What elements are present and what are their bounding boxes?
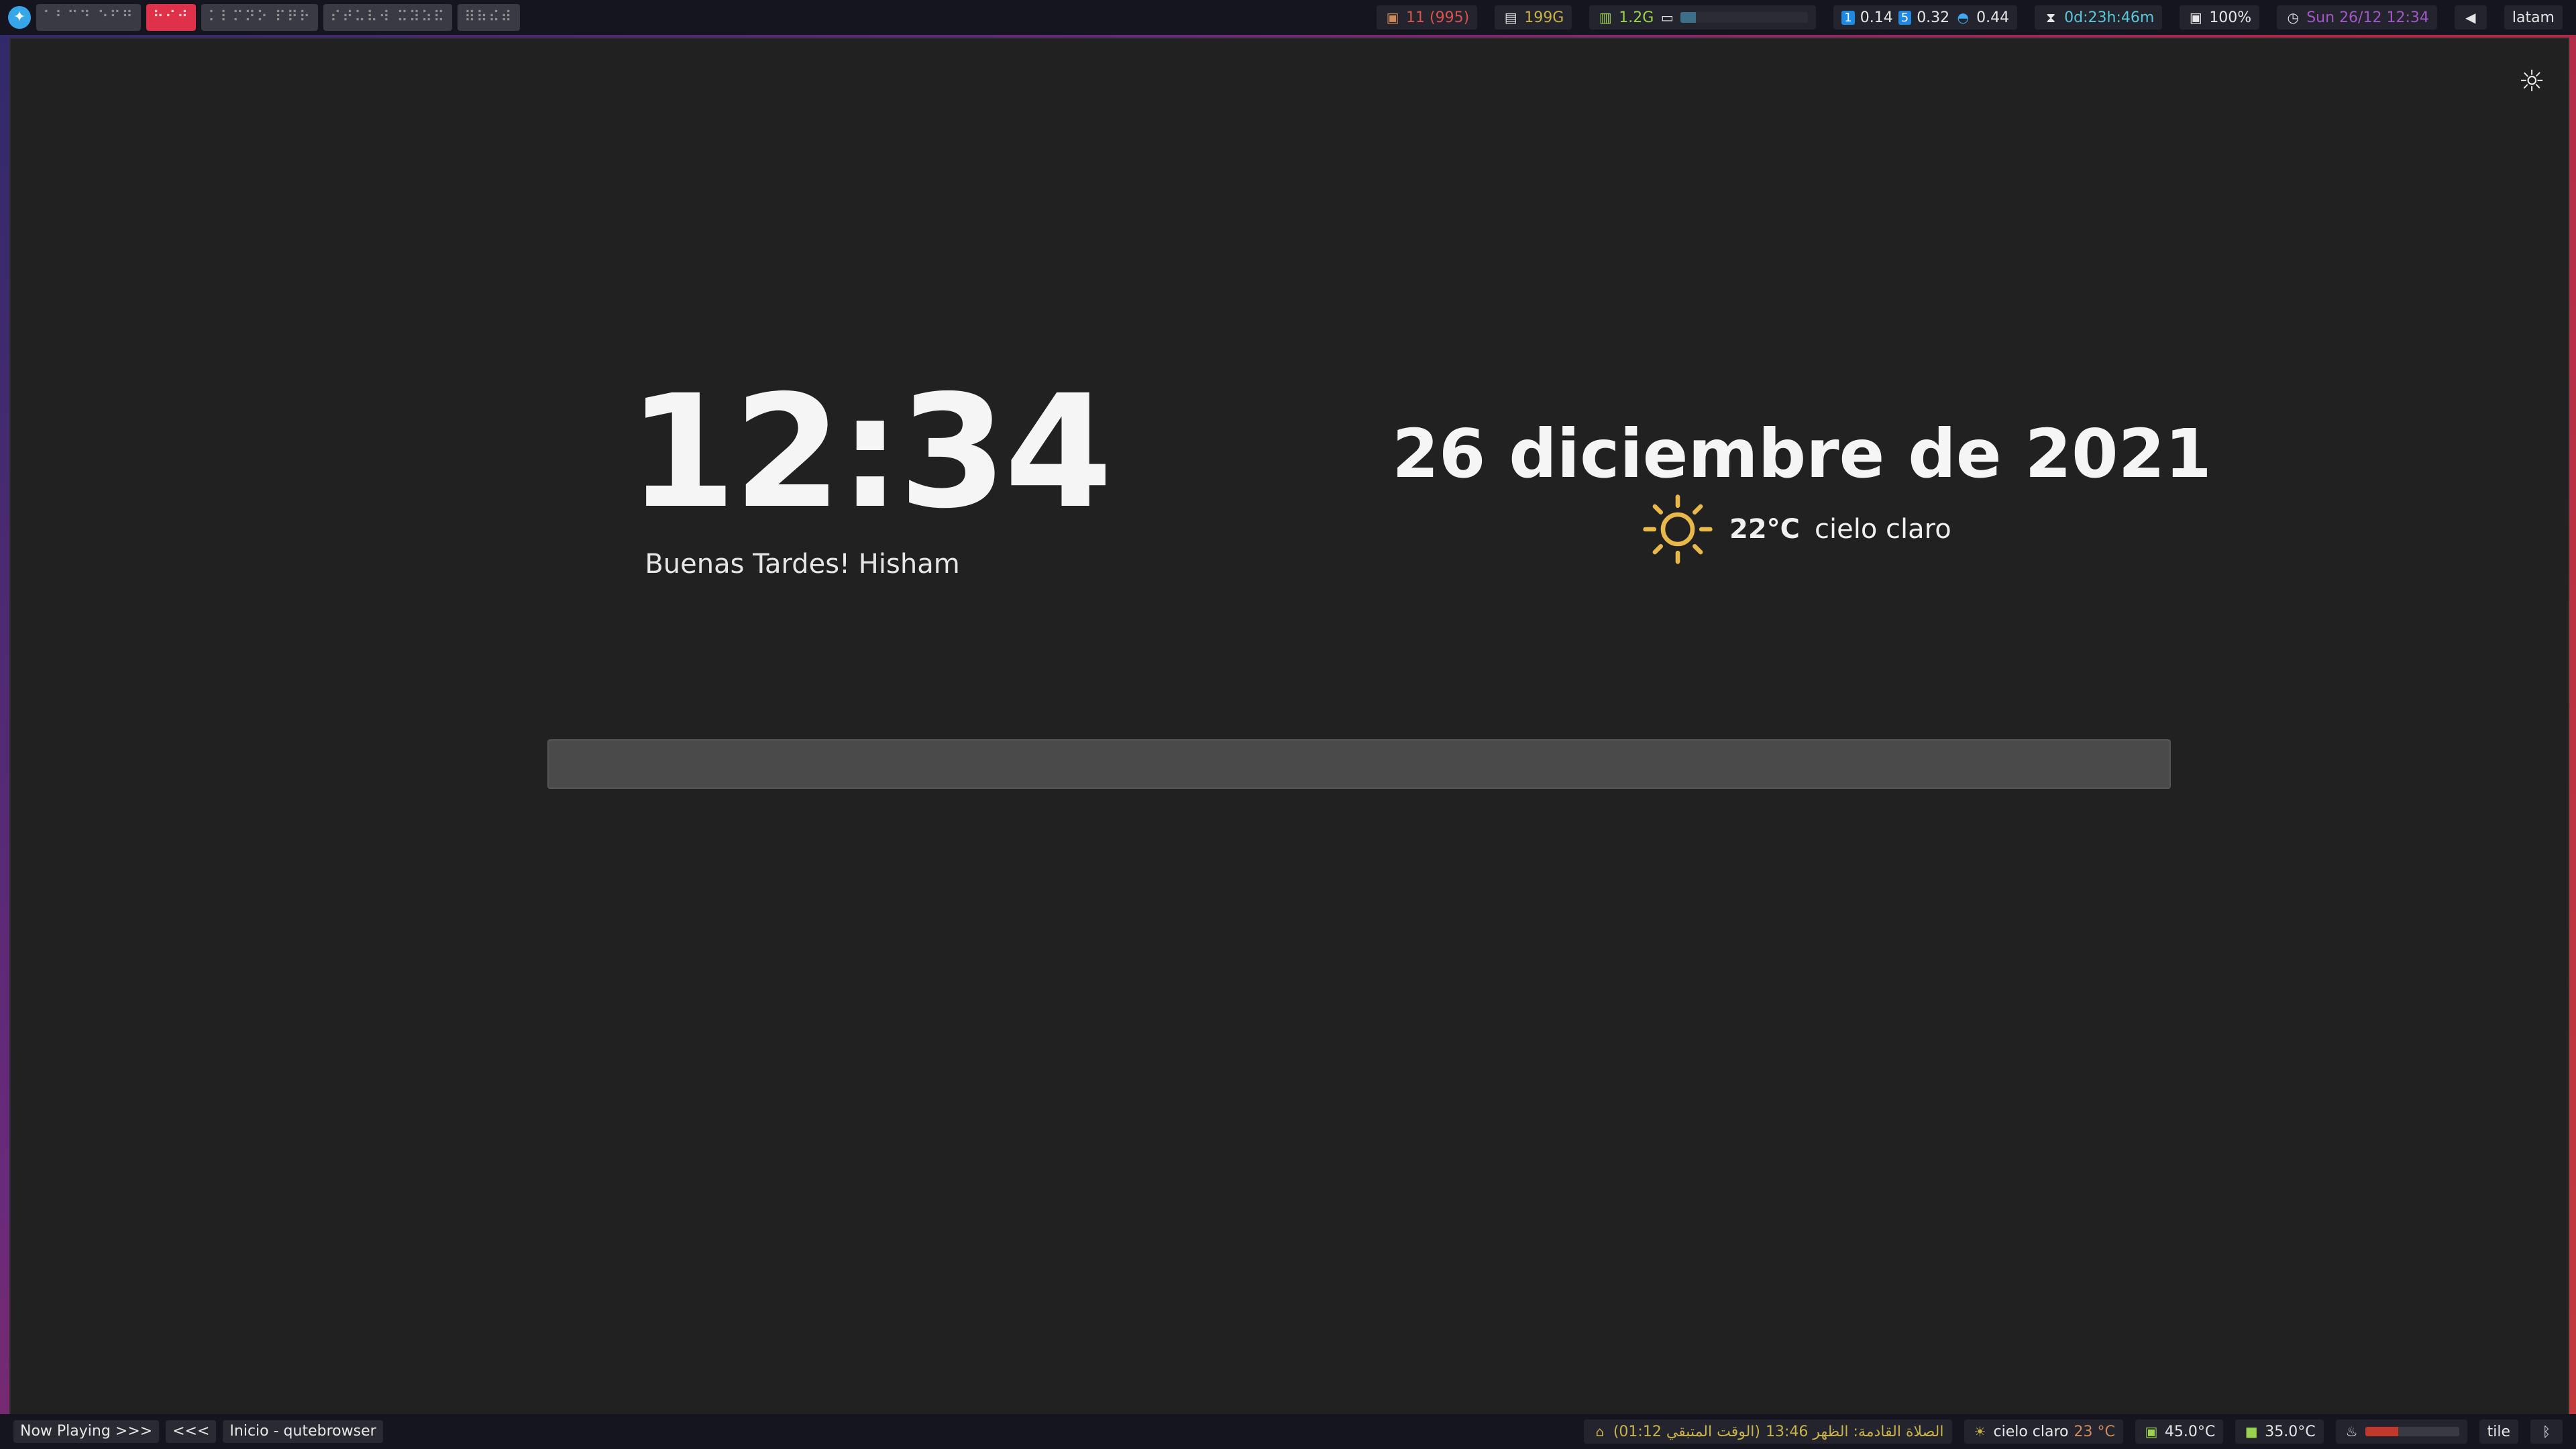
ram-value: 1.2G (1619, 9, 1654, 26)
keyboard-layout-widget[interactable]: latam (2504, 5, 2563, 30)
keyboard-layout: latam (2512, 9, 2555, 26)
greeting: Buenas Tardes! Hisham (645, 549, 960, 580)
now-playing-button[interactable]: Now Playing >>> (13, 1420, 160, 1443)
load-1-badge: 1 (1841, 10, 1855, 25)
prayer-remaining: (الوقت المتبقي 01:12) (1613, 1423, 1760, 1440)
brightness-widget[interactable]: ▣ 100% (2180, 5, 2260, 30)
cpu-icon: ◓ (1957, 9, 1969, 25)
thermometer-icon: ♨ (2345, 1424, 2358, 1440)
workspace-5[interactable]: ⠿⠷⠮⠾ (458, 4, 520, 31)
weather-widget: 22°C cielo claro (1641, 492, 1951, 566)
temp-bar-fill (2365, 1427, 2398, 1436)
bottom-left-group: Now Playing >>> <<< Inicio - qutebrowser (0, 1420, 383, 1443)
bluetooth-widget[interactable]: ᛒ (2530, 1419, 2563, 1444)
top-bar: ✦ ⠁⠃⠉⠙ ⠑⠋⠛ ⠓⠊⠚ ⠅⠇⠍⠝⠕ ⠏⠟⠗ ⠎⠞⠥⠧⠺ ⠭⠽⠵⠯ ⠿⠷⠮⠾… (0, 0, 2576, 35)
workspace-1[interactable]: ⠁⠃⠉⠙ ⠑⠋⠛ (36, 4, 141, 31)
bar-weather-desc: cielo claro (1993, 1423, 2069, 1440)
workspace-3[interactable]: ⠅⠇⠍⠝⠕ ⠏⠟⠗ (201, 4, 319, 31)
prayer-times-widget: الصلاة القادمة: الظهر 13:46 (الوقت المتب… (1583, 1419, 1952, 1444)
clock-widget[interactable]: ◷ Sun 26/12 12:34 (2277, 5, 2437, 30)
theme-toggle-sun-icon[interactable]: ☼ (2519, 64, 2545, 99)
volume-widget[interactable]: ◀ (2454, 5, 2487, 30)
bottom-bar: Now Playing >>> <<< Inicio - qutebrowser… (0, 1414, 2576, 1449)
temp-bar (2365, 1427, 2459, 1436)
bar-weather-temp: 23 °C (2074, 1423, 2115, 1440)
uptime-widget: ⧗ 0d:23h:46m (2035, 5, 2163, 30)
disk-widget: ▤ 199G (1495, 5, 1572, 30)
prayer-next: الصلاة القادمة: الظهر 13:46 (1765, 1423, 1944, 1440)
workspace-4[interactable]: ⠎⠞⠥⠧⠺ ⠭⠽⠵⠯ (323, 4, 453, 31)
volume-icon: ◀ (2465, 9, 2476, 25)
gpu-temp: 35.0°C (2265, 1423, 2316, 1440)
workspace-2[interactable]: ⠓⠊⠚ (146, 4, 197, 31)
load-5-badge: 5 (1898, 10, 1912, 25)
weather-temp: 22°C (1729, 514, 1801, 545)
updates-widget[interactable]: ▣ 11 (995) (1377, 5, 1478, 30)
mosque-icon: ⌂ (1595, 1424, 1605, 1440)
topbar-clock: Sun 26/12 12:34 (2306, 9, 2429, 26)
workspace-group: ✦ ⠁⠃⠉⠙ ⠑⠋⠛ ⠓⠊⠚ ⠅⠇⠍⠝⠕ ⠏⠟⠗ ⠎⠞⠥⠧⠺ ⠭⠽⠵⠯ ⠿⠷⠮⠾ (0, 4, 520, 31)
qtile-logo-icon[interactable]: ✦ (8, 6, 31, 29)
monitor-icon: ▭ (1660, 9, 1674, 25)
ram-usage-fill (1680, 12, 1697, 23)
clock-icon: ◷ (2287, 9, 2299, 25)
system-widgets: ▣ 11 (995) ▤ 199G ▥ 1.2G ▭ 1 0.14 5 0.32… (1377, 0, 2563, 35)
sun-icon (1643, 494, 1713, 564)
temp-bar-widget: ♨ (2335, 1419, 2467, 1444)
newtab-date: 26 diciembre de 2021 (1392, 415, 2212, 493)
bottom-right-group: الصلاة القادمة: الظهر 13:46 (الوقت المتب… (1583, 1414, 2563, 1449)
load-1-value: 0.14 (1860, 9, 1893, 26)
package-icon: ▣ (1386, 9, 1399, 25)
browser-window: ☼ 12:34 Buenas Tardes! Hisham 26 diciemb… (9, 38, 2569, 1415)
newtab-clock: 12:34 (628, 362, 1112, 543)
uptime-value: 0d:23h:46m (2064, 9, 2155, 26)
brightness-icon: ▣ (2189, 9, 2202, 25)
load-5-value: 0.32 (1917, 9, 1950, 26)
layout-mode-widget[interactable]: tile (2479, 1419, 2518, 1444)
load-widget: 1 0.14 5 0.32 ◓ 0.44 (1833, 5, 2018, 30)
disk-value: 199G (1524, 9, 1564, 26)
brightness-value: 100% (2209, 9, 2252, 26)
cpu-temp: 45.0°C (2164, 1423, 2216, 1440)
cpu-temp-widget: ▣ 45.0°C (2135, 1419, 2224, 1444)
sun-small-icon: ☀ (1974, 1424, 1986, 1440)
hourglass-icon: ⧗ (2046, 9, 2056, 25)
chip-icon: ▣ (2145, 1424, 2158, 1440)
weather-desc: cielo claro (1815, 514, 1951, 545)
bluetooth-icon: ᛒ (2542, 1424, 2551, 1440)
gpu-icon: ■ (2245, 1424, 2258, 1440)
memory-icon: ▥ (1599, 9, 1612, 25)
updates-count: 11 (995) (1406, 9, 1470, 26)
layout-mode: tile (2487, 1423, 2510, 1440)
weather-bar-widget: ☀ cielo claro 23 °C (1964, 1419, 2123, 1444)
disk-icon: ▤ (1504, 9, 1517, 25)
ram-widget: ▥ 1.2G ▭ (1589, 5, 1817, 30)
gpu-temp-widget: ■ 35.0°C (2235, 1419, 2324, 1444)
prev-track-button[interactable]: <<< (166, 1420, 217, 1443)
window-title: Inicio - qutebrowser (223, 1420, 383, 1443)
ram-usage-bar (1680, 12, 1809, 23)
search-bar[interactable] (547, 739, 2171, 789)
load-15-value: 0.44 (1976, 9, 2010, 26)
